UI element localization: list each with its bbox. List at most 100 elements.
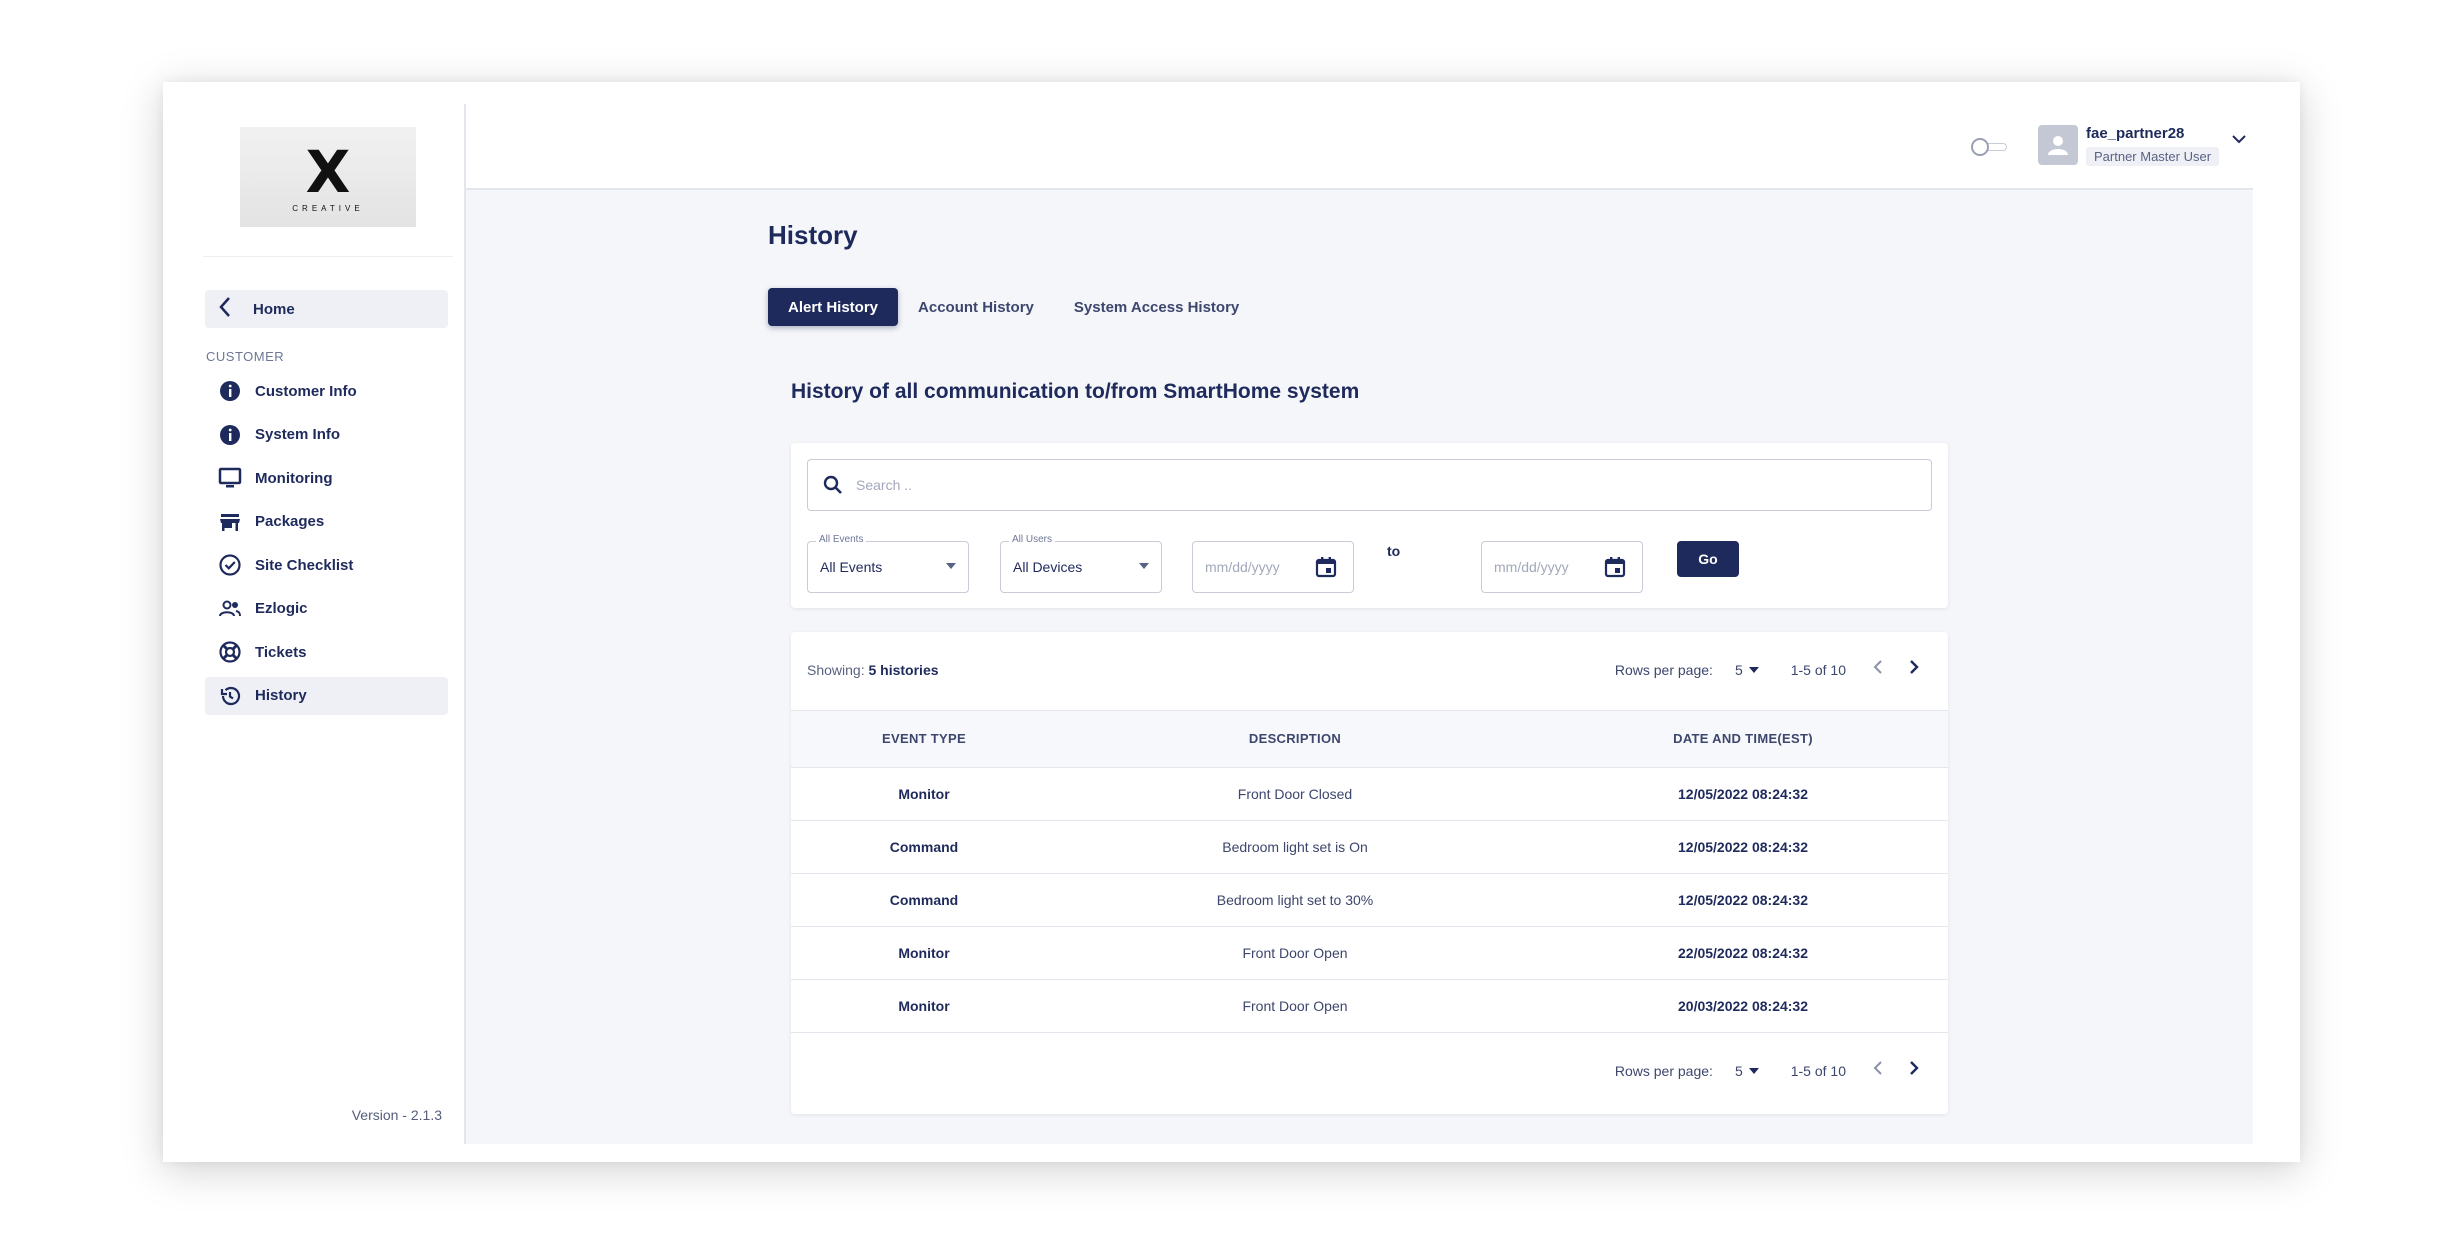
- people-icon: [217, 596, 243, 622]
- sidebar-item-label: Monitoring: [255, 469, 333, 487]
- theme-toggle[interactable]: [1971, 138, 2009, 156]
- sidebar-item-tickets[interactable]: Tickets: [205, 633, 448, 671]
- sidebar-item-label: Ezlogic: [255, 600, 308, 617]
- avatar[interactable]: [2038, 125, 2078, 165]
- event-type-cell: Monitor: [898, 786, 950, 802]
- go-button[interactable]: Go: [1677, 541, 1739, 577]
- description-cell: Bedroom light set is On: [1222, 839, 1368, 855]
- description-cell: Front Door Open: [1242, 998, 1348, 1014]
- top-bar: fae_partner28 Partner Master User: [466, 104, 2253, 190]
- history-tabs: Alert History Account History System Acc…: [768, 288, 1259, 326]
- results-count: Showing: 5 histories: [807, 662, 939, 678]
- chevron-left-icon: [205, 294, 245, 325]
- column-header-datetime[interactable]: DATE AND TIME(EST): [1673, 731, 1813, 746]
- date-placeholder: mm/dd/yyyy: [1205, 559, 1280, 575]
- date-range-to-label: to: [1387, 543, 1401, 559]
- username: fae_partner28: [2086, 125, 2185, 142]
- date-to-field[interactable]: mm/dd/yyyy: [1481, 541, 1643, 593]
- rows-per-page-select[interactable]: 5: [1735, 1063, 1759, 1079]
- monitor-icon: [217, 465, 243, 491]
- caret-down-icon: [946, 563, 956, 569]
- chevron-left-icon[interactable]: [1872, 658, 1884, 681]
- rows-per-page-select[interactable]: 5: [1735, 662, 1759, 678]
- sidebar-item-site-checklist[interactable]: Site Checklist: [205, 546, 448, 584]
- caret-down-icon: [1748, 666, 1759, 673]
- logo-mark: X: [305, 137, 351, 206]
- showing-value: 5 histories: [868, 662, 939, 678]
- tab-alert-history[interactable]: Alert History: [768, 288, 899, 326]
- calendar-icon[interactable]: [1604, 556, 1626, 578]
- chevron-left-icon[interactable]: [1872, 1059, 1884, 1082]
- table-row[interactable]: Monitor Front Door Closed 12/05/2022 08:…: [791, 768, 1948, 821]
- event-type-select[interactable]: All Events All Events: [807, 534, 969, 593]
- sidebar-item-label: Site Checklist: [255, 556, 354, 574]
- rows-per-page-value: 5: [1734, 661, 1743, 678]
- tab-system-access-history[interactable]: System Access History: [1054, 288, 1259, 326]
- home-nav-button[interactable]: Home: [205, 290, 448, 328]
- caret-down-icon: [1139, 563, 1149, 569]
- pagination-bottom: Rows per page: 5 1-5 of 10: [1615, 1059, 1920, 1082]
- calendar-icon[interactable]: [1315, 556, 1337, 578]
- date-placeholder: mm/dd/yyyy: [1494, 559, 1569, 575]
- filter-card: All Events All Events All Users All Devi…: [791, 443, 1948, 608]
- device-select[interactable]: All Users All Devices: [1000, 534, 1162, 593]
- tab-account-history[interactable]: Account History: [898, 288, 1054, 326]
- divider: [203, 256, 453, 257]
- store-icon: [217, 509, 243, 535]
- datetime-cell: 12/05/2022 08:24:32: [1678, 839, 1808, 855]
- chevron-down-icon[interactable]: [2231, 132, 2247, 150]
- event-type-cell: Command: [889, 892, 959, 908]
- table-row[interactable]: Command Bedroom light set is On 12/05/20…: [791, 821, 1948, 874]
- rows-per-page-value: 5: [1734, 1062, 1743, 1079]
- sidebar-item-customer-info[interactable]: Customer Info: [205, 372, 448, 410]
- description-cell: Bedroom light set to 30%: [1216, 892, 1374, 908]
- event-type-cell: Monitor: [898, 945, 950, 961]
- select-value: All Devices: [1013, 559, 1083, 575]
- table-row[interactable]: Monitor Front Door Open 20/03/2022 08:24…: [791, 980, 1948, 1033]
- home-label: Home: [253, 300, 295, 318]
- page-range: 1-5 of 10: [1790, 1062, 1846, 1079]
- table-header: EVENT TYPE DESCRIPTION DATE AND TIME(EST…: [791, 710, 1948, 768]
- sidebar-item-label: Tickets: [255, 643, 307, 661]
- user-role-badge: Partner Master User: [2086, 147, 2220, 166]
- section-label: CUSTOMER: [206, 349, 285, 364]
- sidebar-item-system-info[interactable]: System Info: [205, 416, 448, 454]
- info-icon: [217, 378, 243, 404]
- rows-per-page-label: Rows per page:: [1614, 661, 1713, 678]
- section-heading: History of all communication to/from Sma…: [791, 380, 1360, 403]
- chevron-right-icon[interactable]: [1908, 1059, 1920, 1082]
- description-cell: Front Door Closed: [1237, 786, 1353, 802]
- event-type-cell: Command: [889, 839, 959, 855]
- select-label: All Users: [1009, 534, 1056, 545]
- sidebar: X CREATIVE Home CUSTOMER Customer Info S…: [163, 104, 466, 1144]
- datetime-cell: 22/05/2022 08:24:32: [1678, 945, 1808, 961]
- version-label: Version - 2.1.3: [351, 1107, 442, 1123]
- datetime-cell: 12/05/2022 08:24:32: [1678, 892, 1808, 908]
- sidebar-item-packages[interactable]: Packages: [205, 503, 448, 541]
- sidebar-item-ezlogic[interactable]: Ezlogic: [205, 590, 448, 628]
- toggle-knob: [1971, 138, 1989, 156]
- event-type-cell: Monitor: [898, 998, 950, 1014]
- lifebuoy-icon: [217, 639, 243, 665]
- info-icon: [217, 422, 243, 448]
- table-row[interactable]: Monitor Front Door Open 22/05/2022 08:24…: [791, 927, 1948, 980]
- showing-label: Showing:: [807, 662, 865, 678]
- table-row[interactable]: Command Bedroom light set to 30% 12/05/2…: [791, 874, 1948, 927]
- date-from-field[interactable]: mm/dd/yyyy: [1192, 541, 1354, 593]
- sidebar-item-history[interactable]: History: [205, 676, 448, 715]
- history-table-card: Showing: 5 histories Rows per page: 5 1-…: [791, 632, 1948, 1114]
- app-window: X CREATIVE Home CUSTOMER Customer Info S…: [163, 82, 2300, 1162]
- select-value: All Events: [820, 559, 883, 575]
- history-icon: [217, 683, 243, 709]
- chevron-right-icon[interactable]: [1908, 658, 1920, 681]
- column-header-event-type[interactable]: EVENT TYPE: [882, 731, 966, 746]
- description-cell: Front Door Open: [1242, 945, 1348, 961]
- column-header-description[interactable]: DESCRIPTION: [1249, 731, 1341, 746]
- caret-down-icon: [1748, 1067, 1759, 1074]
- sidebar-item-label: History: [255, 687, 307, 704]
- sidebar-nav: Customer Info System Info Monitoring Pac…: [205, 372, 448, 720]
- person-icon: [2048, 136, 2068, 155]
- sidebar-item-monitoring[interactable]: Monitoring: [205, 459, 448, 497]
- search-input[interactable]: [856, 477, 1856, 493]
- datetime-cell: 20/03/2022 08:24:32: [1678, 998, 1808, 1014]
